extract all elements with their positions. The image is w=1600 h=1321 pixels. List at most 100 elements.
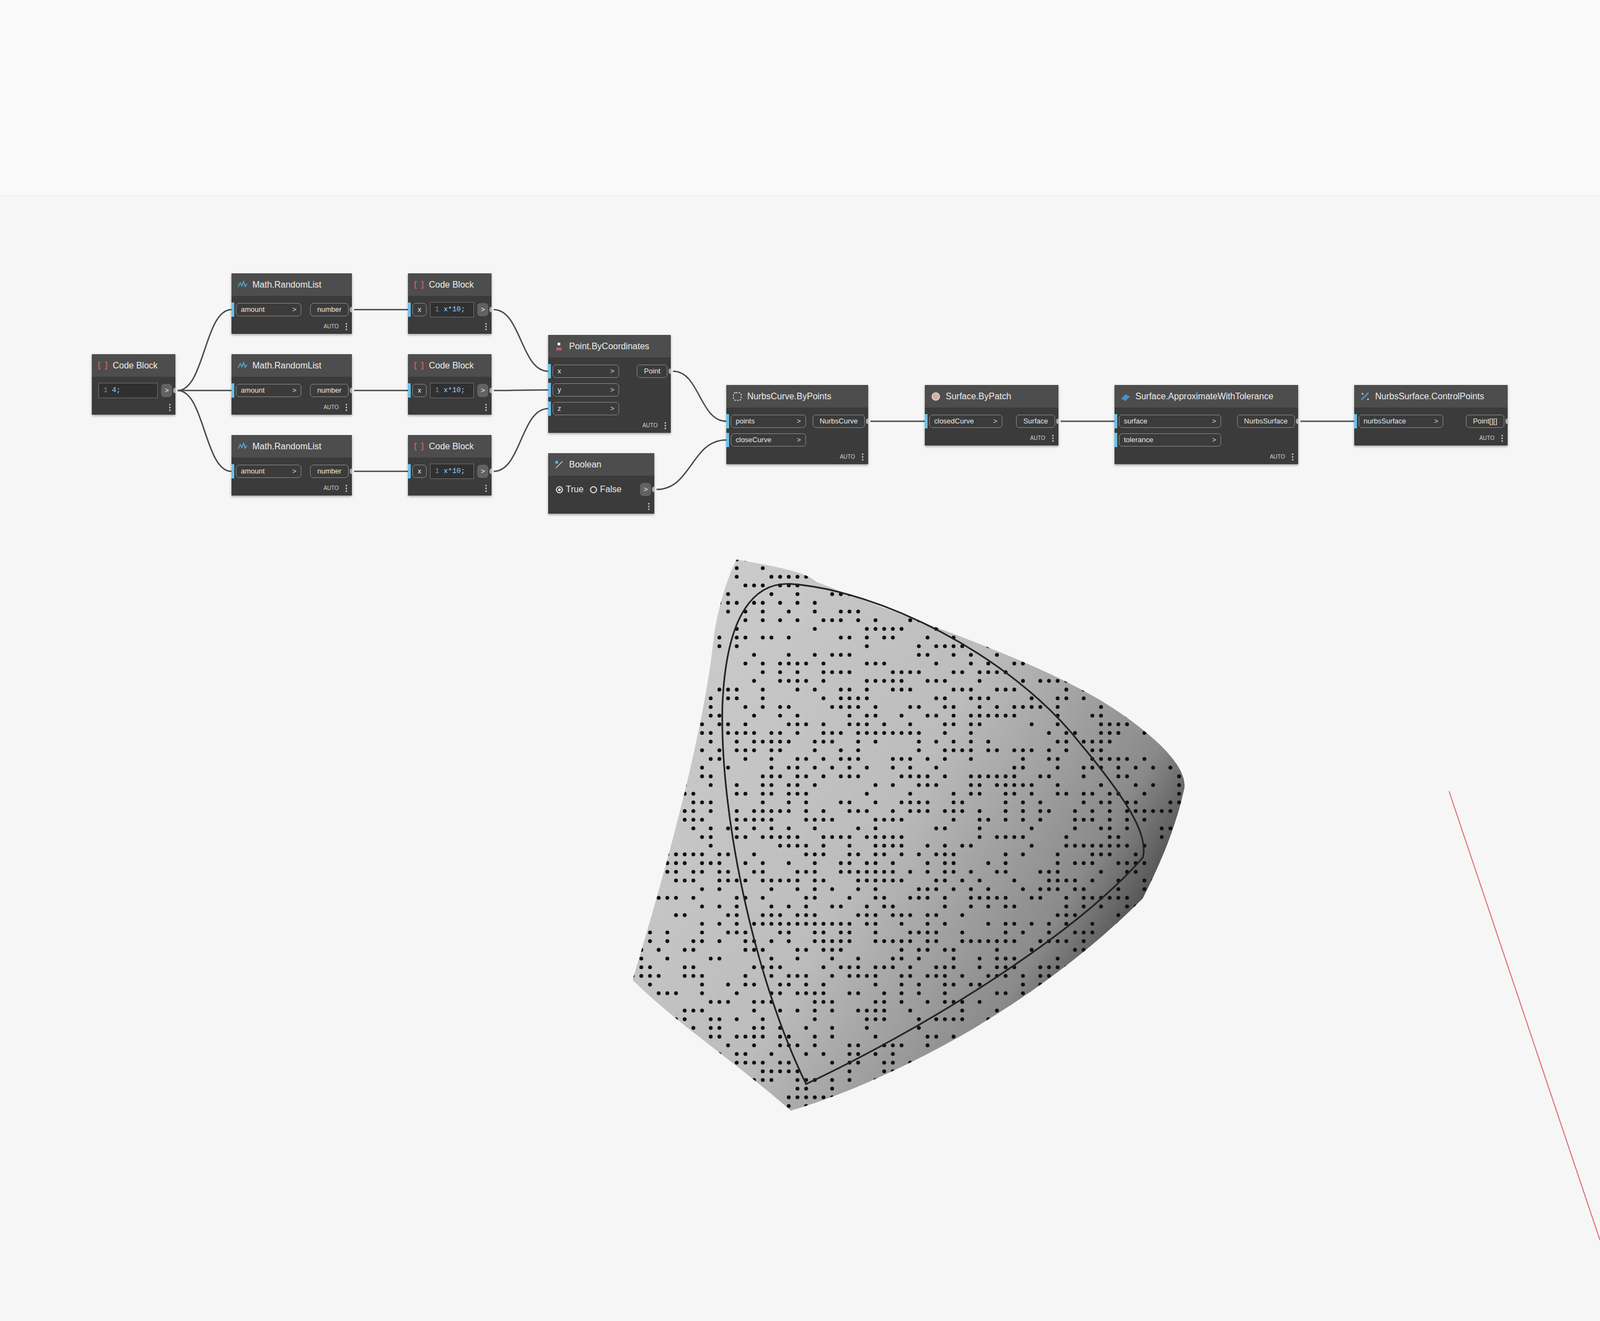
input-port[interactable]: x (407, 300, 427, 319)
output-pill[interactable]: > (477, 464, 489, 478)
input-pill[interactable]: x (412, 383, 427, 397)
input-pill[interactable]: closedCurve> (929, 414, 1003, 428)
graph-node[interactable]: Surface.ApproximateWithTolerance surface>… (1114, 384, 1299, 465)
node-header[interactable]: Code Block (407, 354, 492, 377)
node-header[interactable]: Math.RandomList (231, 434, 352, 458)
output-port[interactable]: number (310, 381, 352, 400)
input-pill[interactable]: y> (552, 383, 620, 397)
code-editor[interactable]: 1x*10; (429, 382, 474, 399)
output-pill[interactable]: Point (636, 364, 668, 378)
input-pill[interactable]: amount> (235, 302, 302, 317)
radio-button[interactable] (555, 486, 564, 494)
wire[interactable] (354, 309, 408, 311)
input-port[interactable]: y> (548, 380, 620, 400)
output-port[interactable]: > (161, 381, 176, 400)
input-pill[interactable]: closeCurve> (730, 433, 807, 447)
output-pill[interactable]: NurbsSurface (1237, 414, 1295, 428)
wire[interactable] (493, 389, 549, 391)
wire[interactable] (1300, 420, 1355, 423)
input-pill[interactable]: nurbsSurface> (1358, 414, 1444, 428)
closed-curve[interactable] (722, 583, 1145, 1085)
code-editor[interactable]: 1x*10; (429, 301, 474, 318)
input-port[interactable]: tolerance> (1114, 430, 1222, 450)
graph-node[interactable]: Code Blockx1x*10;> (407, 354, 492, 415)
wire[interactable] (870, 420, 925, 423)
graph-node[interactable]: NurbsSurface.ControlPoints nurbsSurface> P… (1354, 384, 1508, 446)
output-port[interactable]: > (477, 461, 492, 481)
output-port[interactable]: Surface (1016, 411, 1059, 431)
node-header[interactable]: Code Block (407, 273, 492, 296)
node-header[interactable]: Math.RandomList (231, 354, 352, 377)
lacing-label[interactable]: AUTO (323, 403, 339, 412)
wire[interactable] (177, 390, 232, 472)
graph-node[interactable]: Math.RandomListamount>numberAUTO (231, 354, 352, 415)
output-port[interactable]: number (310, 300, 352, 319)
wire[interactable] (177, 309, 232, 391)
node-header[interactable]: Point.ByCoordinates (548, 334, 671, 358)
input-port[interactable]: nurbsSurface> (1354, 411, 1444, 431)
input-pill[interactable]: z> (552, 401, 620, 416)
output-pill[interactable]: Point[][] (1465, 414, 1505, 428)
input-pill[interactable]: amount> (235, 464, 302, 478)
lacing-label[interactable]: AUTO (1479, 433, 1495, 443)
menu-dots-icon[interactable] (1051, 434, 1055, 443)
input-port[interactable]: amount> (231, 300, 302, 319)
menu-dots-icon[interactable] (647, 502, 650, 511)
input-port[interactable]: points> (726, 411, 807, 431)
output-port[interactable]: > (477, 300, 492, 319)
menu-dots-icon[interactable] (345, 403, 348, 412)
lacing-label[interactable]: AUTO (1269, 452, 1285, 461)
wire[interactable] (1060, 420, 1115, 423)
menu-dots-icon[interactable] (484, 484, 488, 493)
graph-node[interactable]: NurbsCurve.ByPointspoints>closeCurve>Nur… (726, 384, 869, 465)
graph-node[interactable]: BooleanTrueFalse> (548, 453, 655, 514)
output-pill[interactable]: Surface (1016, 414, 1056, 428)
nurbs-surface[interactable] (632, 559, 1185, 1111)
menu-dots-icon[interactable] (664, 421, 667, 430)
wire[interactable] (493, 309, 549, 372)
output-port[interactable]: NurbsCurve (812, 411, 869, 431)
input-pill[interactable]: tolerance> (1118, 433, 1222, 447)
node-header[interactable]: Code Block (407, 434, 492, 458)
input-pill[interactable]: points> (730, 414, 807, 428)
node-header[interactable]: Math.RandomList (231, 273, 352, 296)
menu-dots-icon[interactable] (1291, 453, 1294, 461)
code-editor[interactable]: 1x*10; (429, 463, 474, 479)
input-pill[interactable]: x> (552, 364, 620, 378)
input-port[interactable]: z> (548, 399, 620, 418)
node-header[interactable]: Surface.ApproximateWithTolerance (1114, 384, 1299, 408)
menu-dots-icon[interactable] (345, 322, 348, 331)
code-editor[interactable]: 14; (98, 382, 158, 399)
graph-node[interactable]: Point.ByCoordinatesx>y>z>PointAUTO (548, 334, 671, 433)
geometry-preview[interactable] (0, 0, 1600, 1321)
output-pill[interactable]: NurbsCurve (812, 414, 865, 428)
menu-dots-icon[interactable] (484, 403, 488, 412)
lacing-label[interactable]: AUTO (323, 322, 339, 331)
wire[interactable] (656, 439, 727, 490)
graph-node[interactable]: Math.RandomList amount> number AUTO (231, 273, 352, 334)
lacing-label[interactable]: AUTO (1029, 433, 1046, 443)
node-header[interactable]: NurbsSurface.ControlPoints (1354, 384, 1508, 408)
input-port[interactable]: x> (548, 361, 620, 381)
node-header[interactable]: Boolean (548, 453, 655, 476)
output-pill[interactable]: number (310, 464, 349, 478)
menu-dots-icon[interactable] (861, 453, 864, 461)
wire[interactable] (672, 371, 727, 422)
menu-dots-icon[interactable] (168, 403, 171, 412)
input-pill[interactable]: x (412, 302, 427, 317)
output-pill[interactable]: > (640, 482, 651, 496)
menu-dots-icon[interactable] (345, 484, 348, 493)
input-port[interactable]: closeCurve> (726, 430, 807, 450)
boolean-option[interactable]: True (555, 482, 584, 496)
output-port[interactable]: number (310, 461, 352, 481)
graph-node[interactable]: Surface.ByPatch closedCurve> Surface AUTO (924, 384, 1059, 446)
input-pill[interactable]: surface> (1118, 414, 1222, 428)
output-port[interactable]: NurbsSurface (1237, 411, 1299, 431)
node-header[interactable]: Surface.ByPatch (924, 384, 1059, 408)
dynamo-canvas[interactable]: Code Block14;>Math.RandomListamount>numb… (0, 0, 1600, 1321)
node-header[interactable]: Code Block (91, 354, 176, 377)
input-pill[interactable]: x (412, 464, 427, 478)
menu-dots-icon[interactable] (484, 322, 488, 331)
menu-dots-icon[interactable] (1501, 434, 1504, 443)
graph-node[interactable]: Code Block x1x*10;> (407, 273, 492, 334)
